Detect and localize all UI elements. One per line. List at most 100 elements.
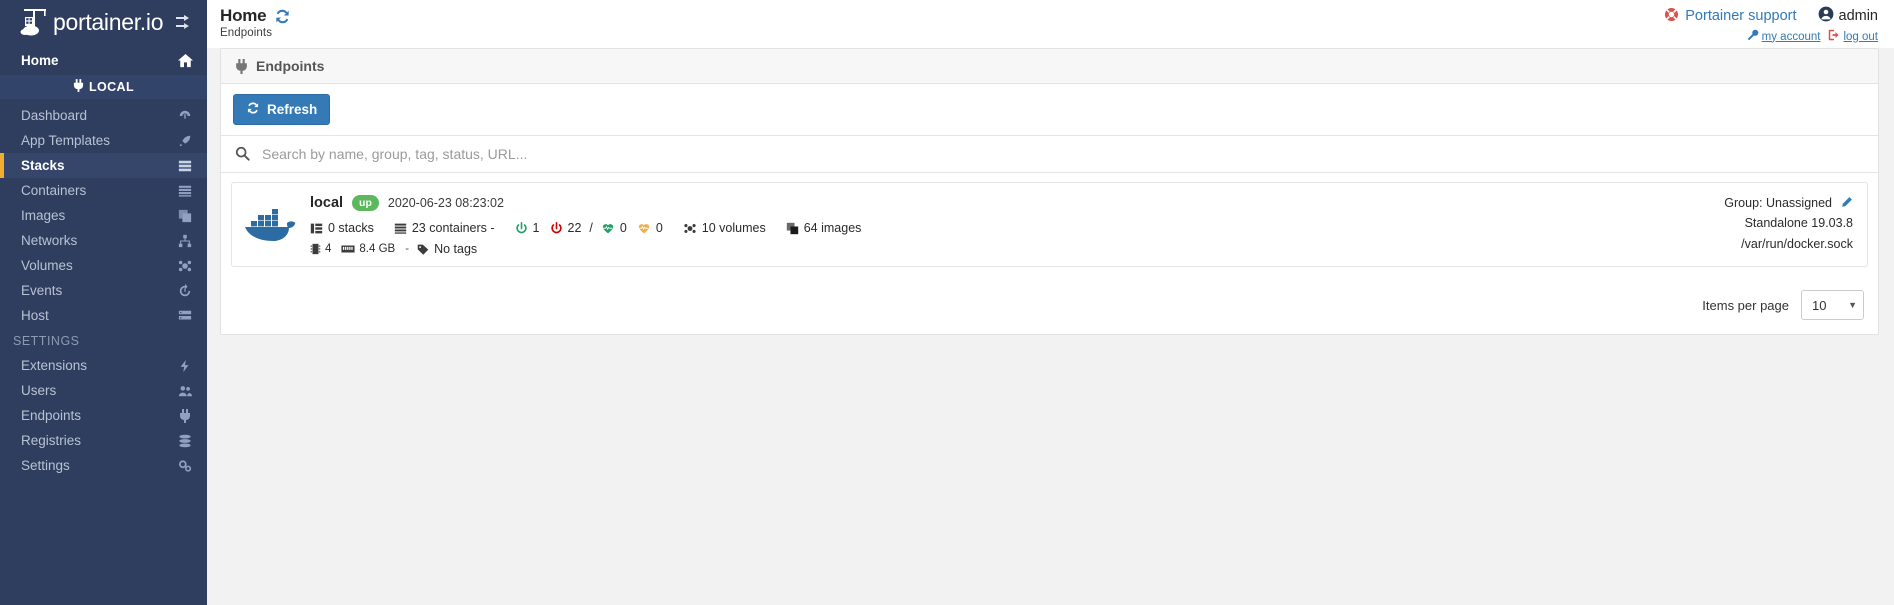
refresh-button-label: Refresh	[267, 101, 318, 117]
my-account-link[interactable]: my account	[1747, 29, 1821, 44]
sidebar-item-settings[interactable]: Settings	[0, 453, 207, 478]
stat-images-value: 64 images	[803, 221, 862, 236]
images-icon	[786, 222, 799, 235]
sidebar-section-local: LOCAL	[0, 75, 207, 99]
toolbar-row: Refresh	[221, 84, 1878, 136]
sidebar-item-home[interactable]: Home	[0, 45, 207, 75]
heartbeat-icon-orange	[637, 222, 651, 235]
sidebar-item-containers[interactable]: Containers	[0, 178, 207, 203]
sidebar-item-label: Stacks	[21, 158, 65, 173]
life-ring-icon	[1664, 7, 1679, 26]
topbar-right: Portainer support admin my account log o…	[1664, 6, 1878, 44]
tag-icon	[416, 243, 430, 256]
sidebar-item-users[interactable]: Users	[0, 378, 207, 403]
sidebar-item-label: Images	[21, 208, 66, 223]
user-name: admin	[1838, 8, 1879, 24]
registries-icon	[177, 433, 193, 449]
my-account-label: my account	[1761, 30, 1821, 43]
stat-cpu: 4	[310, 243, 331, 255]
endpoint-list: local up 2020-06-23 08:23:02 0 stacks 23…	[221, 173, 1878, 280]
heartbeat-icon-green	[601, 222, 615, 235]
volumes-icon	[177, 258, 193, 274]
containers-icon	[394, 222, 407, 235]
stat-containers-value: 23 containers -	[411, 221, 495, 236]
memory-icon	[341, 243, 355, 255]
stat-tags: No tags	[416, 242, 477, 256]
sidebar-item-label: Networks	[21, 233, 78, 248]
endpoint-engine: Standalone 19.03.8	[1744, 216, 1853, 231]
endpoint-timestamp: 2020-06-23 08:23:02	[387, 195, 504, 210]
endpoint-info: local up 2020-06-23 08:23:02 0 stacks 23…	[300, 193, 1853, 256]
app-root: portainer.io Home LOCAL Dashboard App Te…	[0, 0, 1894, 605]
plug-icon	[177, 408, 193, 424]
home-icon	[177, 52, 193, 68]
sidebar-item-registries[interactable]: Registries	[0, 428, 207, 453]
plug-icon	[73, 79, 84, 95]
dashboard-icon	[177, 108, 193, 124]
sidebar-section-local-label: LOCAL	[88, 80, 135, 94]
user-menu[interactable]: admin	[1818, 6, 1879, 26]
sidebar-item-endpoints[interactable]: Endpoints	[0, 403, 207, 428]
pagination-row: Items per page 10 25 50 100 ▼	[221, 279, 1878, 334]
content-area: Endpoints Refresh Search by name, group,…	[207, 48, 1894, 336]
refresh-button[interactable]: Refresh	[233, 94, 331, 125]
endpoint-card[interactable]: local up 2020-06-23 08:23:02 0 stacks 23…	[231, 181, 1868, 268]
sidebar-item-label: Home	[21, 52, 59, 68]
power-icon-red	[550, 221, 563, 235]
items-per-page-select[interactable]: 10 25 50 100	[1801, 290, 1864, 321]
host-icon	[177, 308, 193, 324]
logout-label: log out	[1843, 30, 1878, 43]
sidebar: portainer.io Home LOCAL Dashboard App Te…	[0, 0, 207, 605]
rocket-icon	[177, 133, 193, 149]
sidebar-item-extensions[interactable]: Extensions	[0, 353, 207, 378]
pencil-icon[interactable]	[1840, 196, 1853, 209]
sidebar-item-label: Events	[21, 283, 63, 298]
sidebar-item-label: Extensions	[21, 358, 88, 373]
stat-running-value: 1	[532, 221, 540, 236]
breadcrumb: Endpoints	[220, 27, 273, 39]
users-icon	[177, 383, 193, 399]
sidebar-section-settings: SETTINGS	[13, 333, 80, 348]
stat-stopped: 22	[550, 221, 581, 235]
sidebar-item-networks[interactable]: Networks	[0, 228, 207, 253]
cogs-icon	[177, 458, 193, 474]
sidebar-toggle-icon[interactable]	[174, 12, 194, 32]
sidebar-item-host[interactable]: Host	[0, 303, 207, 328]
stat-images: 64 images	[786, 221, 862, 236]
endpoint-name: local	[310, 194, 344, 211]
logout-link[interactable]: log out	[1828, 29, 1878, 44]
sidebar-item-dashboard[interactable]: Dashboard	[0, 103, 207, 128]
endpoint-url: /var/run/docker.sock	[1741, 236, 1853, 251]
sidebar-item-label: Host	[21, 308, 49, 323]
user-circle-icon	[1818, 6, 1834, 26]
stat-volumes: 10 volumes	[683, 221, 766, 235]
brand-logo[interactable]: portainer.io	[0, 0, 207, 45]
stat-unhealthy-value: 0	[655, 221, 663, 236]
sidebar-item-app-templates[interactable]: App Templates	[0, 128, 207, 153]
sidebar-item-label: App Templates	[21, 133, 111, 148]
portainer-support-link[interactable]: Portainer support	[1664, 7, 1797, 26]
sidebar-item-events[interactable]: Events	[0, 278, 207, 303]
stat-tags-value: No tags	[434, 242, 478, 257]
stat-running: 1	[515, 221, 540, 235]
sidebar-item-label: Containers	[21, 183, 87, 198]
search-input[interactable]	[260, 144, 1866, 163]
sidebar-item-volumes[interactable]: Volumes	[0, 253, 207, 278]
docker-whale-icon	[242, 193, 300, 257]
sidebar-item-label: Dashboard	[21, 108, 88, 123]
search-row	[221, 135, 1878, 173]
sidebar-item-stacks[interactable]: Stacks	[0, 153, 207, 178]
plug-icon	[235, 58, 248, 74]
power-icon-green	[515, 221, 528, 235]
page-title: Home	[220, 6, 267, 25]
portainer-support-label: Portainer support	[1685, 8, 1797, 24]
wrench-icon	[1747, 29, 1759, 44]
panel-title: Endpoints	[256, 58, 325, 74]
search-icon	[235, 146, 250, 161]
sidebar-item-label: Settings	[21, 458, 70, 473]
sidebar-item-label: Endpoints	[21, 408, 82, 423]
refresh-icon[interactable]	[274, 8, 291, 25]
history-icon	[177, 283, 193, 299]
sidebar-item-images[interactable]: Images	[0, 203, 207, 228]
stat-memory: 8.4 GB	[341, 243, 395, 255]
